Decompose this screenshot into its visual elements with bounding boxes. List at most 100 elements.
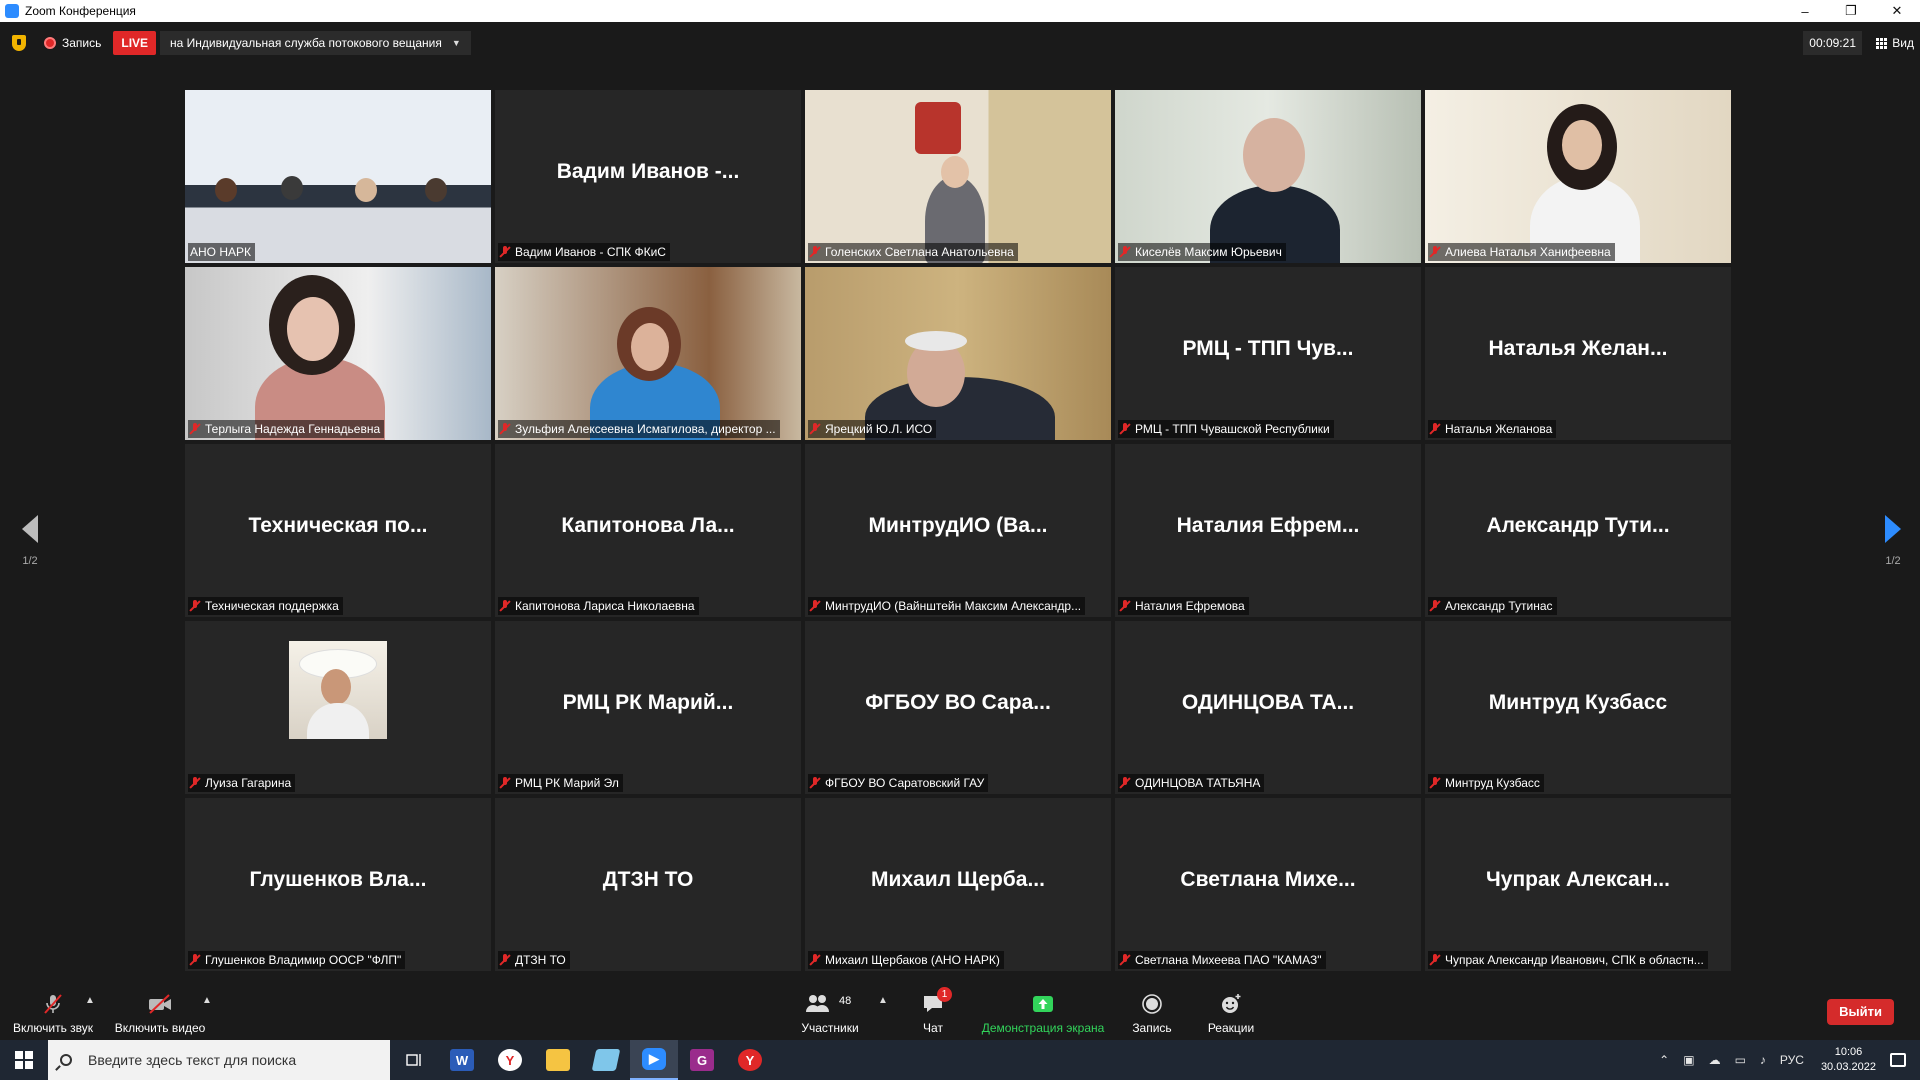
audio-options-caret-icon[interactable]: ▲ [85,995,95,1006]
live-badge: LIVE [113,31,157,55]
participants-label: Участники [801,1021,859,1035]
search-icon [60,1054,72,1066]
unmute-button[interactable]: Включить звук [10,993,96,1035]
notifications-icon[interactable] [1890,1053,1906,1067]
participant-tile[interactable]: Глушенков Вла... Глушенков Владимир ООСР… [185,798,491,971]
participant-tile[interactable]: РМЦ РК Марий... РМЦ РК Марий Эл [495,621,801,794]
reactions-button[interactable]: Реакции [1203,993,1259,1035]
participant-tile[interactable]: Техническая по... Техническая поддержка [185,444,491,617]
share-screen-button[interactable]: Демонстрация экрана [975,993,1111,1035]
task-view-button[interactable] [390,1040,438,1080]
volume-icon[interactable]: ♪ [1760,1053,1766,1067]
participant-tile[interactable]: Киселёв Максим Юрьевич [1115,90,1421,263]
taskbar-clock[interactable]: 10:06 30.03.2022 [1821,1045,1876,1075]
participant-tile[interactable]: Наталья Желан... Наталья Желанова [1425,267,1731,440]
participant-tile[interactable]: РМЦ - ТПП Чув... РМЦ - ТПП Чувашской Рес… [1115,267,1421,440]
mic-muted-icon [190,423,200,435]
system-tray: ⌃ ▣ ☁ ▭ ♪ РУС 10:06 30.03.2022 [1652,1040,1920,1080]
participant-name-label: МинтрудИО (Вайнштейн Максим Александр... [808,597,1086,615]
participant-tile[interactable]: Чупрак Алексан... Чупрак Александр Ивано… [1425,798,1731,971]
windows-taskbar: Введите здесь текст для поиска W Y ▶ G Y… [0,1040,1920,1080]
participant-tile[interactable]: Луиза Гагарина [185,621,491,794]
taskbar-notes[interactable] [582,1040,630,1080]
participant-tile[interactable]: Александр Тути... Александр Тутинас [1425,444,1731,617]
taskbar-explorer[interactable] [534,1040,582,1080]
taskbar-word[interactable]: W [438,1040,486,1080]
participant-display-name: Александр Тути... [1486,514,1670,537]
clock-time: 10:06 [1834,1046,1863,1058]
participant-tile[interactable]: Терлыга Надежда Геннадьевна [185,267,491,440]
participant-display-name: РМЦ - ТПП Чув... [1182,337,1354,360]
participants-options-caret-icon[interactable]: ▲ [878,995,888,1006]
participant-tile[interactable]: Ярецкий Ю.Л. ИСО [805,267,1111,440]
participant-tile[interactable]: ДТЗН ТО ДТЗН ТО [495,798,801,971]
leave-button[interactable]: Выйти [1827,999,1894,1025]
share-screen-label: Демонстрация экрана [981,1021,1105,1035]
video-options-caret-icon[interactable]: ▲ [202,995,212,1006]
participant-tile[interactable]: Голенских Светлана Анатольевна [805,90,1111,263]
participant-name-label: Терлыга Надежда Геннадьевна [188,420,385,438]
participant-tile[interactable]: Минтруд Кузбасс Минтруд Кузбасс [1425,621,1731,794]
next-page-button[interactable]: 1/2 [1873,515,1913,567]
start-button[interactable] [0,1040,48,1080]
participant-tile[interactable]: АНО НАРК [185,90,491,263]
mic-muted-icon [810,423,820,435]
view-button[interactable]: Вид [1876,31,1914,55]
participant-tile[interactable]: ОДИНЦОВА ТА... ОДИНЦОВА ТАТЬЯНА [1115,621,1421,794]
participant-tile[interactable]: Наталия Ефрем... Наталия Ефремова [1115,444,1421,617]
participant-tile[interactable]: ФГБОУ ВО Сара... ФГБОУ ВО Саратовский ГА… [805,621,1111,794]
restore-button[interactable]: ❐ [1828,0,1874,22]
participant-name-label: ОДИНЦОВА ТАТЬЯНА [1118,774,1265,792]
keyboard-language[interactable]: РУС [1780,1053,1804,1067]
participant-name-label: Минтруд Кузбасс [1428,774,1544,792]
mic-muted-icon [810,777,820,789]
participant-tile[interactable]: Капитонова Ла... Капитонова Лариса Никол… [495,444,801,617]
start-video-button[interactable]: Включить видео [112,993,208,1035]
title-bar: Zoom Конференция – ❐ ✕ [0,0,1920,22]
stream-target-label: на Индивидуальная служба потокового веща… [170,36,442,50]
participant-display-name: ФГБОУ ВО Сара... [865,691,1051,714]
participant-name-label: Киселёв Максим Юрьевич [1118,243,1286,261]
participant-name-label: Капитонова Лариса Николаевна [498,597,699,615]
mic-muted-icon [1430,777,1440,789]
participant-tile[interactable]: Зульфия Алексеевна Исмагилова, директор … [495,267,801,440]
chat-button[interactable]: 1 Чат [910,987,956,1035]
taskbar-yandex[interactable]: Y [486,1040,534,1080]
notes-icon [591,1049,621,1071]
participant-display-name: ДТЗН ТО [602,868,694,891]
minimize-button[interactable]: – [1782,0,1828,22]
tray-expand-icon[interactable]: ⌃ [1659,1053,1669,1067]
recording-indicator[interactable]: Запись [44,36,101,50]
taskbar-yandex-2[interactable]: Y [726,1040,774,1080]
tray-device-icon[interactable]: ▣ [1683,1053,1694,1067]
previous-page-button[interactable]: 1/2 [10,515,50,567]
participant-display-name: Вадим Иванов -... [556,160,740,183]
unmute-label: Включить звук [12,1021,94,1035]
participants-icon: 48 [795,993,865,1015]
participant-tile[interactable]: МинтрудИО (Ва... МинтрудИО (Вайнштейн Ма… [805,444,1111,617]
mic-muted-icon [500,954,510,966]
participant-tile[interactable]: Алиева Наталья Ханифеевна [1425,90,1731,263]
taskbar-pdf-app[interactable]: G [678,1040,726,1080]
meeting-controls-bar: Включить звук ▲ Включить видео ▲ 48 Учас… [0,985,1920,1040]
security-shield-icon[interactable] [12,35,26,51]
network-icon[interactable]: ▭ [1735,1053,1746,1067]
reactions-label: Реакции [1207,1021,1255,1035]
record-button[interactable]: Запись [1128,993,1176,1035]
participants-button[interactable]: 48 Участники [795,993,865,1035]
taskbar-zoom[interactable]: ▶ [630,1040,678,1080]
participant-tile[interactable]: Михаил Щерба... Михаил Щербаков (АНО НАР… [805,798,1111,971]
stream-target-dropdown[interactable]: на Индивидуальная служба потокового веща… [160,31,471,55]
participant-tile[interactable]: Светлана Михе... Светлана Михеева ПАО "К… [1115,798,1421,971]
record-dot-icon [44,37,56,49]
participant-tile[interactable]: Вадим Иванов -... Вадим Иванов - СПК ФКи… [495,90,801,263]
meeting-timer: 00:09:21 [1803,31,1862,55]
gallery-view: АНО НАРК Вадим Иванов -... Вадим Иванов … [185,90,1735,971]
participant-name-label: Вадим Иванов - СПК ФКиС [498,243,670,261]
task-view-icon [406,1054,421,1066]
close-button[interactable]: ✕ [1874,0,1920,22]
taskbar-search[interactable]: Введите здесь текст для поиска [48,1040,390,1080]
share-screen-icon [975,993,1111,1015]
folder-icon [546,1049,570,1071]
tray-cloud-icon[interactable]: ☁ [1709,1053,1721,1067]
